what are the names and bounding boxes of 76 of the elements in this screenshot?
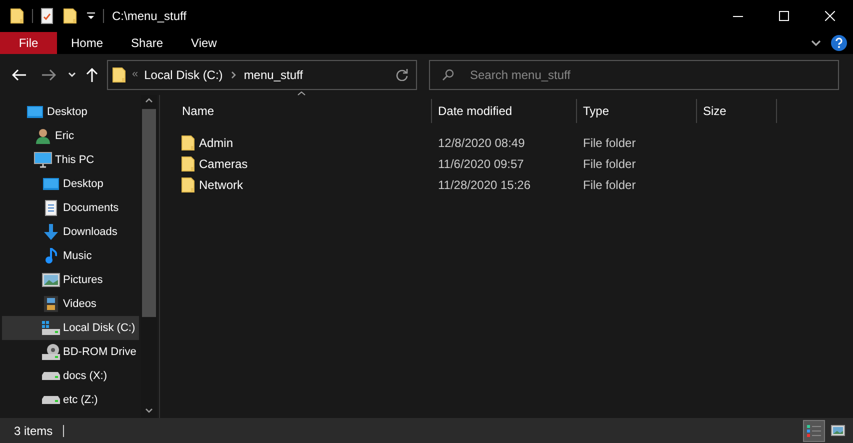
window-title: C:\menu_stuff <box>112 8 186 25</box>
picture-icon <box>42 273 60 287</box>
refresh-icon[interactable] <box>396 68 408 80</box>
table-cell: 11/6/2020 09:57 <box>438 156 524 170</box>
sidebar-item[interactable]: Desktop <box>2 172 139 196</box>
desktop-icon <box>43 178 59 190</box>
search-icon <box>442 68 454 80</box>
scroll-up-icon[interactable] <box>145 98 153 103</box>
column-header[interactable]: Size <box>697 99 777 123</box>
ribbon-tab[interactable]: View <box>177 32 231 54</box>
film-icon <box>44 296 58 312</box>
table-cell: File folder <box>583 178 636 192</box>
ribbon-tab[interactable]: Share <box>117 32 178 54</box>
close-icon <box>825 11 835 21</box>
sidebar-item[interactable]: Music <box>2 244 139 268</box>
scroll-down-icon[interactable] <box>145 408 153 413</box>
address-segment[interactable]: Local Disk (C:) <box>144 66 223 84</box>
caret-icon[interactable] <box>68 72 76 78</box>
column-header[interactable]: Type <box>577 99 697 123</box>
disc-drive-icon <box>42 344 60 360</box>
sidebar-item[interactable]: Downloads <box>2 220 139 244</box>
chevron-right-icon[interactable] <box>230 70 236 78</box>
search-field[interactable]: Search menu_stuff <box>429 60 839 90</box>
address-segment[interactable]: menu_stuff <box>244 66 303 84</box>
checklist-icon[interactable] <box>41 8 53 24</box>
column-header[interactable]: Name <box>176 99 432 123</box>
ribbon-tab[interactable]: Home <box>57 32 118 54</box>
desktop-icon <box>27 106 43 118</box>
download-icon <box>44 224 58 240</box>
overflow-indicator[interactable]: « <box>132 66 138 83</box>
item-count: 3 items <box>14 422 53 440</box>
user-icon <box>36 128 50 144</box>
folder-icon <box>112 66 126 82</box>
help-icon[interactable] <box>831 35 847 51</box>
customize-menu-icon[interactable] <box>87 12 95 20</box>
folder-icon <box>181 156 195 172</box>
table-cell: 11/28/2020 15:26 <box>438 178 531 192</box>
sidebar-item[interactable]: This PC <box>2 148 139 172</box>
details-view-button[interactable] <box>803 420 825 442</box>
sidebar-item[interactable]: Videos <box>2 292 139 316</box>
sidebar-item[interactable]: Eric <box>2 124 139 148</box>
sidebar-item[interactable]: docs (X:) <box>2 364 139 388</box>
maximize-icon <box>779 11 789 21</box>
forward-icon[interactable] <box>42 68 56 80</box>
details-list-icon <box>806 424 822 438</box>
landscape-thumbnail-icon <box>831 425 845 436</box>
computer-icon <box>34 152 52 168</box>
folder-icon <box>181 176 195 192</box>
drive-icon <box>42 372 60 380</box>
drive-icon <box>42 396 60 404</box>
file-name[interactable]: Cameras <box>199 154 248 172</box>
sort-ascending-icon <box>297 91 306 96</box>
document-icon <box>45 200 57 216</box>
file-name[interactable]: Network <box>199 176 244 194</box>
table-cell: File folder <box>583 136 636 150</box>
sidebar-item[interactable]: Desktop <box>2 100 139 124</box>
sidebar-item[interactable]: etc (Z:) <box>2 388 139 412</box>
chevron-icon[interactable] <box>811 40 821 46</box>
table-cell: File folder <box>583 156 636 170</box>
sidebar-item[interactable]: Local Disk (C:) <box>2 316 139 340</box>
folder-icon <box>181 134 195 150</box>
scroll-thumb[interactable] <box>142 109 156 317</box>
column-header[interactable]: Date modified <box>432 99 577 123</box>
back-icon[interactable] <box>12 68 26 80</box>
address-bar[interactable]: « Local Disk (C:) menu_stuff <box>107 60 417 90</box>
sidebar-item[interactable]: BD-ROM Drive <box>2 340 139 364</box>
folder-icon <box>10 8 24 24</box>
up-icon[interactable] <box>86 68 98 82</box>
file-name[interactable]: Admin <box>199 134 234 152</box>
ribbon-tab[interactable]: File <box>0 32 57 54</box>
drive-icon <box>42 321 60 335</box>
folder-icon[interactable] <box>63 8 77 24</box>
music-note-icon <box>45 248 57 264</box>
sidebar-item[interactable]: Pictures <box>2 268 139 292</box>
sidebar-item[interactable]: Documents <box>2 196 139 220</box>
table-cell: 12/8/2020 08:49 <box>438 136 525 150</box>
